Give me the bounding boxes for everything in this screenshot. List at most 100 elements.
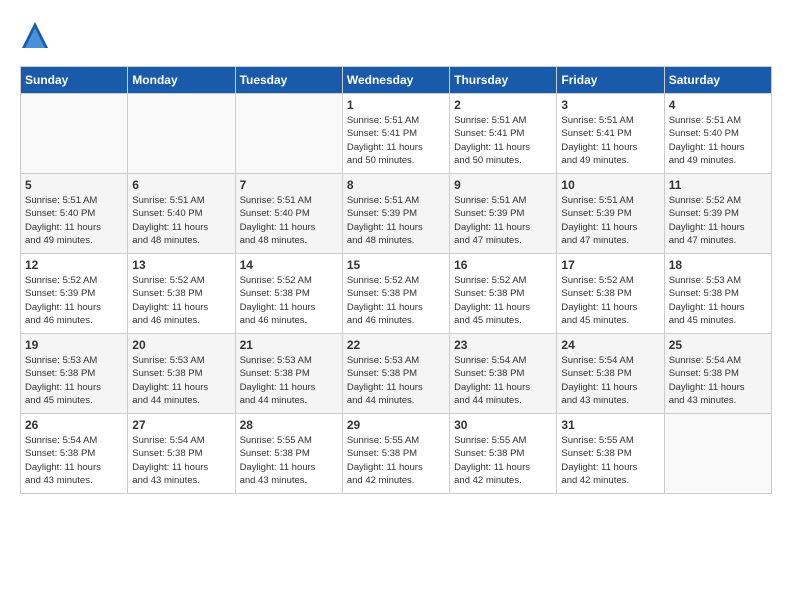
calendar-cell: 27 Sunrise: 5:54 AM Sunset: 5:38 PM Dayli… (128, 414, 235, 494)
day-number: 4 (669, 98, 767, 112)
calendar-cell: 13 Sunrise: 5:52 AM Sunset: 5:38 PM Dayli… (128, 254, 235, 334)
day-number: 25 (669, 338, 767, 352)
cell-info: Sunrise: 5:52 AM Sunset: 5:39 PM Dayligh… (25, 274, 123, 327)
calendar-cell (664, 414, 771, 494)
calendar-cell: 7 Sunrise: 5:51 AM Sunset: 5:40 PM Daylig… (235, 174, 342, 254)
calendar-body: 1 Sunrise: 5:51 AM Sunset: 5:41 PM Daylig… (21, 94, 772, 494)
cell-info: Sunrise: 5:52 AM Sunset: 5:39 PM Dayligh… (669, 194, 767, 247)
cell-info: Sunrise: 5:53 AM Sunset: 5:38 PM Dayligh… (347, 354, 445, 407)
cell-info: Sunrise: 5:54 AM Sunset: 5:38 PM Dayligh… (132, 434, 230, 487)
calendar-week-row: 5Sunrise: 5:51 AM Sunset: 5:40 PM Daylig… (21, 174, 772, 254)
cell-info: Sunrise: 5:52 AM Sunset: 5:38 PM Dayligh… (347, 274, 445, 327)
cell-info: Sunrise: 5:51 AM Sunset: 5:40 PM Dayligh… (669, 114, 767, 167)
day-number: 26 (25, 418, 123, 432)
day-number: 16 (454, 258, 552, 272)
day-number: 2 (454, 98, 552, 112)
cell-info: Sunrise: 5:53 AM Sunset: 5:38 PM Dayligh… (132, 354, 230, 407)
day-number: 11 (669, 178, 767, 192)
cell-info: Sunrise: 5:51 AM Sunset: 5:39 PM Dayligh… (561, 194, 659, 247)
header-cell: Tuesday (235, 67, 342, 94)
header-cell: Monday (128, 67, 235, 94)
cell-info: Sunrise: 5:52 AM Sunset: 5:38 PM Dayligh… (561, 274, 659, 327)
calendar-week-row: 26 Sunrise: 5:54 AM Sunset: 5:38 PM Dayli… (21, 414, 772, 494)
calendar-cell: 3Sunrise: 5:51 AM Sunset: 5:41 PM Daylig… (557, 94, 664, 174)
day-number: 31 (561, 418, 659, 432)
calendar-cell: 29 Sunrise: 5:55 AM Sunset: 5:38 PM Dayli… (342, 414, 449, 494)
calendar-cell: 12 Sunrise: 5:52 AM Sunset: 5:39 PM Dayli… (21, 254, 128, 334)
header-row: SundayMondayTuesdayWednesdayThursdayFrid… (21, 67, 772, 94)
day-number: 29 (347, 418, 445, 432)
cell-info: Sunrise: 5:51 AM Sunset: 5:40 PM Dayligh… (25, 194, 123, 247)
cell-info: Sunrise: 5:53 AM Sunset: 5:38 PM Dayligh… (240, 354, 338, 407)
calendar-cell: 25 Sunrise: 5:54 AM Sunset: 5:38 PM Dayli… (664, 334, 771, 414)
calendar-cell: 16 Sunrise: 5:52 AM Sunset: 5:38 PM Dayli… (450, 254, 557, 334)
header-cell: Wednesday (342, 67, 449, 94)
day-number: 18 (669, 258, 767, 272)
calendar-cell: 14 Sunrise: 5:52 AM Sunset: 5:38 PM Dayli… (235, 254, 342, 334)
day-number: 9 (454, 178, 552, 192)
cell-info: Sunrise: 5:52 AM Sunset: 5:38 PM Dayligh… (132, 274, 230, 327)
day-number: 12 (25, 258, 123, 272)
calendar-cell: 15 Sunrise: 5:52 AM Sunset: 5:38 PM Dayli… (342, 254, 449, 334)
calendar-cell: 19 Sunrise: 5:53 AM Sunset: 5:38 PM Dayli… (21, 334, 128, 414)
day-number: 20 (132, 338, 230, 352)
day-number: 30 (454, 418, 552, 432)
day-number: 7 (240, 178, 338, 192)
day-number: 15 (347, 258, 445, 272)
calendar-cell: 10 Sunrise: 5:51 AM Sunset: 5:39 PM Dayli… (557, 174, 664, 254)
calendar-cell: 8Sunrise: 5:51 AM Sunset: 5:39 PM Daylig… (342, 174, 449, 254)
day-number: 8 (347, 178, 445, 192)
day-number: 6 (132, 178, 230, 192)
calendar-cell: 22 Sunrise: 5:53 AM Sunset: 5:38 PM Dayli… (342, 334, 449, 414)
calendar-cell (21, 94, 128, 174)
cell-info: Sunrise: 5:54 AM Sunset: 5:38 PM Dayligh… (669, 354, 767, 407)
calendar-cell: 30 Sunrise: 5:55 AM Sunset: 5:38 PM Dayli… (450, 414, 557, 494)
day-number: 23 (454, 338, 552, 352)
calendar-cell: 23Sunrise: 5:54 AM Sunset: 5:38 PM Dayli… (450, 334, 557, 414)
day-number: 22 (347, 338, 445, 352)
cell-info: Sunrise: 5:55 AM Sunset: 5:38 PM Dayligh… (454, 434, 552, 487)
calendar-cell: 28Sunrise: 5:55 AM Sunset: 5:38 PM Dayli… (235, 414, 342, 494)
calendar-cell: 11 Sunrise: 5:52 AM Sunset: 5:39 PM Dayli… (664, 174, 771, 254)
logo (20, 20, 54, 50)
calendar-cell (128, 94, 235, 174)
calendar-cell: 17 Sunrise: 5:52 AM Sunset: 5:38 PM Dayli… (557, 254, 664, 334)
day-number: 19 (25, 338, 123, 352)
day-number: 27 (132, 418, 230, 432)
cell-info: Sunrise: 5:55 AM Sunset: 5:38 PM Dayligh… (240, 434, 338, 487)
calendar-cell: 4 Sunrise: 5:51 AM Sunset: 5:40 PM Daylig… (664, 94, 771, 174)
calendar-cell: 6 Sunrise: 5:51 AM Sunset: 5:40 PM Daylig… (128, 174, 235, 254)
day-number: 17 (561, 258, 659, 272)
cell-info: Sunrise: 5:51 AM Sunset: 5:39 PM Dayligh… (454, 194, 552, 247)
cell-info: Sunrise: 5:51 AM Sunset: 5:40 PM Dayligh… (132, 194, 230, 247)
header-cell: Thursday (450, 67, 557, 94)
day-number: 10 (561, 178, 659, 192)
calendar-table: SundayMondayTuesdayWednesdayThursdayFrid… (20, 66, 772, 494)
header-cell: Saturday (664, 67, 771, 94)
calendar-week-row: 1 Sunrise: 5:51 AM Sunset: 5:41 PM Daylig… (21, 94, 772, 174)
calendar-header: SundayMondayTuesdayWednesdayThursdayFrid… (21, 67, 772, 94)
cell-info: Sunrise: 5:52 AM Sunset: 5:38 PM Dayligh… (240, 274, 338, 327)
header-cell: Friday (557, 67, 664, 94)
calendar-cell (235, 94, 342, 174)
cell-info: Sunrise: 5:52 AM Sunset: 5:38 PM Dayligh… (454, 274, 552, 327)
day-number: 1 (347, 98, 445, 112)
calendar-cell: 21Sunrise: 5:53 AM Sunset: 5:38 PM Dayli… (235, 334, 342, 414)
cell-info: Sunrise: 5:51 AM Sunset: 5:41 PM Dayligh… (347, 114, 445, 167)
calendar-week-row: 19 Sunrise: 5:53 AM Sunset: 5:38 PM Dayli… (21, 334, 772, 414)
cell-info: Sunrise: 5:53 AM Sunset: 5:38 PM Dayligh… (25, 354, 123, 407)
cell-info: Sunrise: 5:51 AM Sunset: 5:40 PM Dayligh… (240, 194, 338, 247)
cell-info: Sunrise: 5:51 AM Sunset: 5:41 PM Dayligh… (561, 114, 659, 167)
calendar-cell: 20 Sunrise: 5:53 AM Sunset: 5:38 PM Dayli… (128, 334, 235, 414)
logo-icon (20, 20, 50, 50)
calendar-week-row: 12 Sunrise: 5:52 AM Sunset: 5:39 PM Dayli… (21, 254, 772, 334)
day-number: 14 (240, 258, 338, 272)
day-number: 13 (132, 258, 230, 272)
cell-info: Sunrise: 5:51 AM Sunset: 5:41 PM Dayligh… (454, 114, 552, 167)
calendar-cell: 31Sunrise: 5:55 AM Sunset: 5:38 PM Dayli… (557, 414, 664, 494)
calendar-cell: 9 Sunrise: 5:51 AM Sunset: 5:39 PM Daylig… (450, 174, 557, 254)
cell-info: Sunrise: 5:55 AM Sunset: 5:38 PM Dayligh… (347, 434, 445, 487)
cell-info: Sunrise: 5:54 AM Sunset: 5:38 PM Dayligh… (25, 434, 123, 487)
day-number: 24 (561, 338, 659, 352)
calendar-cell: 2 Sunrise: 5:51 AM Sunset: 5:41 PM Daylig… (450, 94, 557, 174)
